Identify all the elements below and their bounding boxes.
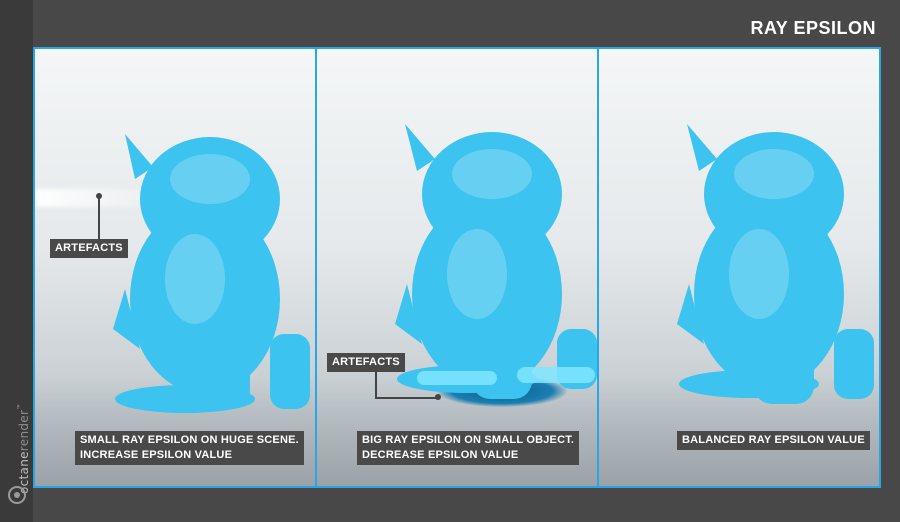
panel-small-epsilon: ARTEFACTS SMALL RAY EPSILON ON HUGE SCEN… (35, 49, 315, 486)
comparison-frame: ARTEFACTS SMALL RAY EPSILON ON HUGE SCEN… (33, 47, 881, 488)
dragon-model (395, 124, 597, 399)
panel-big-epsilon: ARTEFACTS BIG RAY EPSILON ON SMALL OBJEC… (317, 49, 597, 486)
octane-render-brand: octanerender™ (4, 376, 31, 516)
panel-caption: SMALL RAY EPSILON ON HUGE SCENE. INCREAS… (75, 431, 304, 465)
artefacts-label: ARTEFACTS (327, 353, 405, 372)
panel-caption: BALANCED RAY EPSILON VALUE (677, 431, 870, 450)
annotation-leader (98, 197, 100, 239)
annotation-leader (375, 371, 377, 399)
dragon-model (113, 134, 310, 413)
panel-balanced-epsilon: BALANCED RAY EPSILON VALUE (599, 49, 879, 486)
annotation-dot (435, 394, 441, 400)
panel-caption: BIG RAY EPSILON ON SMALL OBJECT. DECREAS… (357, 431, 580, 465)
annotation-leader (375, 397, 437, 399)
brand-wordmark: octanerender™ (17, 403, 31, 494)
octane-logo-icon (8, 486, 26, 504)
dragon-model (677, 124, 874, 404)
sidebar: octanerender™ (0, 0, 33, 522)
page-title: RAY EPSILON (750, 18, 876, 38)
artefacts-label: ARTEFACTS (50, 239, 128, 258)
